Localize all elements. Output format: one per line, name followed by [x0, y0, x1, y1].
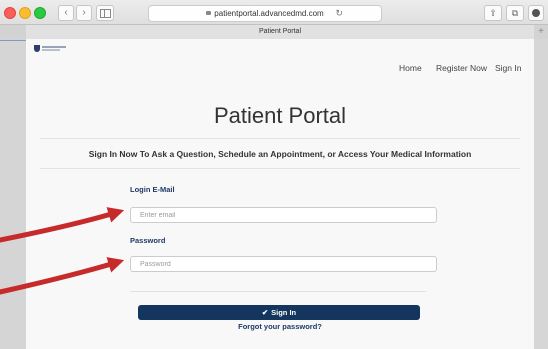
divider — [40, 138, 520, 139]
address-bar[interactable]: patientportal.advancedmd.com ↻ — [148, 5, 382, 22]
address-text-wrap: patientportal.advancedmd.com — [149, 7, 381, 20]
web-page: Home Register Now Sign In Patient Portal… — [26, 39, 534, 349]
page-right-margin — [534, 39, 548, 349]
nav-signin-link[interactable]: Sign In — [495, 62, 521, 74]
sign-in-button[interactable]: ✔ Sign In — [138, 305, 420, 320]
crest-icon — [34, 45, 40, 52]
email-input[interactable] — [130, 207, 437, 223]
back-button[interactable]: ‹ — [58, 5, 74, 21]
page-subtitle: Sign In Now To Ask a Question, Schedule … — [88, 149, 472, 159]
sign-in-label: Sign In — [271, 308, 297, 317]
download-icon — [532, 9, 540, 17]
nav-register-link[interactable]: Register Now — [436, 62, 487, 74]
share-button[interactable]: ⇪ — [484, 5, 502, 21]
password-input[interactable] — [130, 256, 437, 272]
site-logo[interactable] — [34, 45, 68, 53]
sidebar-icon — [100, 9, 111, 18]
reload-icon[interactable]: ↻ — [335, 6, 343, 21]
logo-text-line-2 — [42, 49, 60, 51]
browser-window: ‹ › patientportal.advancedmd.com ↻ ⇪ ⧉ P… — [0, 0, 548, 349]
tab-bar: Patient Portal + — [0, 24, 548, 39]
divider — [40, 168, 520, 169]
lock-icon — [206, 11, 212, 15]
tabs-overview-button[interactable]: ⧉ — [506, 5, 524, 21]
sidebar-toggle-button[interactable] — [96, 5, 114, 21]
email-label: Login E-Mail — [130, 185, 175, 194]
check-icon: ✔ — [261, 308, 269, 317]
password-label: Password — [130, 236, 166, 245]
close-window-button[interactable] — [4, 7, 16, 19]
downloads-button[interactable] — [528, 5, 544, 21]
forgot-password-link[interactable]: Forgot your password? — [26, 322, 534, 332]
logo-text-line — [42, 46, 66, 48]
forward-button[interactable]: › — [76, 5, 92, 21]
page-title: Patient Portal — [213, 103, 347, 128]
site-header: Home Register Now Sign In — [26, 39, 534, 83]
tab-patient-portal[interactable]: Patient Portal — [26, 25, 534, 39]
divider — [130, 291, 426, 292]
zoom-window-button[interactable] — [34, 7, 46, 19]
new-tab-button[interactable]: + — [538, 25, 544, 39]
nav-home-link[interactable]: Home — [399, 62, 422, 74]
minimize-window-button[interactable] — [19, 7, 31, 19]
browser-toolbar: ‹ › patientportal.advancedmd.com ↻ ⇪ ⧉ P… — [0, 0, 548, 39]
url-text: patientportal.advancedmd.com — [214, 9, 324, 18]
